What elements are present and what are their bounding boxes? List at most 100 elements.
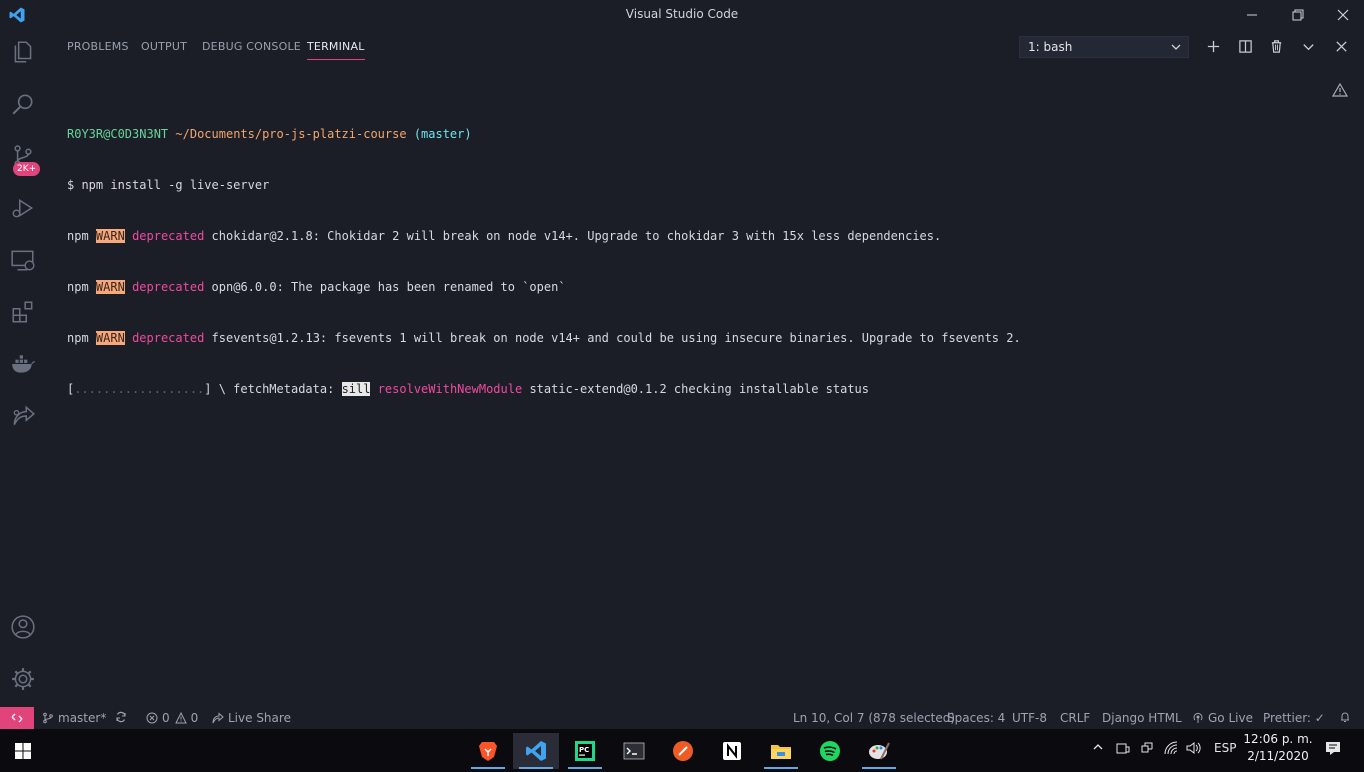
notifications-button[interactable] <box>1339 711 1355 723</box>
command-line: $ npm install -g live-server <box>67 178 270 192</box>
run-debug-button[interactable] <box>0 188 46 228</box>
chevron-up-icon <box>1093 744 1103 750</box>
clock-time: 12:06 p. m. <box>1243 732 1313 746</box>
taskbar-vscode[interactable] <box>513 733 559 769</box>
explorer-icon <box>14 41 32 63</box>
encoding[interactable]: UTF-8 <box>1012 711 1047 725</box>
input-language[interactable]: ESP <box>1214 741 1236 755</box>
module-label: resolveWithNewModule <box>377 382 523 396</box>
panel-tab-bar: PROBLEMS OUTPUT DEBUG CONSOLE TERMINAL <box>46 29 1006 65</box>
device-icon <box>1116 743 1130 754</box>
activity-bar: 2K+ <box>0 29 46 707</box>
terminal-output[interactable]: R0Y3R@C0D3N3NT ~/Documents/pro-js-platzi… <box>67 92 1327 692</box>
warning-icon <box>1332 82 1348 97</box>
running-indicator <box>471 767 505 769</box>
kill-terminal-button[interactable] <box>1267 37 1285 55</box>
restore-button[interactable] <box>1275 0 1321 29</box>
settings-gear-icon <box>12 668 34 690</box>
close-icon <box>1337 9 1349 20</box>
taskbar-postman[interactable] <box>660 733 706 769</box>
warn-label: WARN <box>95 331 125 345</box>
prompt-branch: (master) <box>413 127 472 141</box>
split-terminal-button[interactable] <box>1236 37 1254 55</box>
progress-bar: .................. <box>74 382 205 396</box>
accounts-button[interactable] <box>0 607 46 647</box>
wifi-icon <box>1164 741 1178 755</box>
end-of-line[interactable]: CRLF <box>1060 711 1090 725</box>
tab-terminal[interactable]: TERMINAL <box>307 40 365 60</box>
prettier-status[interactable]: Prettier: ✓ <box>1263 711 1325 725</box>
brave-icon <box>479 742 497 761</box>
clock[interactable]: 12:06 p. m. 2/11/2020 <box>1240 731 1316 765</box>
live-share-icon <box>13 405 35 426</box>
explorer-button[interactable] <box>0 32 46 72</box>
warn-label: WARN <box>95 229 125 243</box>
sync-button[interactable] <box>115 711 131 723</box>
trash-icon <box>1271 39 1281 53</box>
tab-output[interactable]: OUTPUT <box>141 40 187 53</box>
go-live-button[interactable]: Go Live <box>1192 711 1253 725</box>
taskbar-notion[interactable] <box>709 733 755 769</box>
status-bar: master* 0 0 Live Share Ln 10, Col 7 (878… <box>0 707 1364 729</box>
language-mode[interactable]: Django HTML <box>1102 711 1182 725</box>
problems-indicator[interactable]: 0 0 <box>146 711 198 725</box>
svg-text:PC: PC <box>579 746 589 754</box>
tab-problems[interactable]: PROBLEMS <box>67 40 129 53</box>
live-share-status[interactable]: Live Share <box>212 711 291 725</box>
maximize-panel-button[interactable] <box>1299 37 1317 55</box>
tray-wifi[interactable] <box>1164 741 1178 758</box>
taskbar-file-explorer[interactable] <box>758 733 804 769</box>
remote-indicator[interactable] <box>0 707 34 729</box>
bell-icon <box>1341 712 1349 722</box>
remote-icon <box>11 713 23 723</box>
minimize-button[interactable] <box>1229 0 1275 29</box>
taskbar-brave[interactable] <box>465 733 511 769</box>
windows-logo-icon <box>15 743 31 759</box>
docker-button[interactable] <box>0 344 46 384</box>
close-panel-button[interactable] <box>1332 37 1350 55</box>
remote-explorer-button[interactable] <box>0 240 46 280</box>
new-terminal-button[interactable] <box>1204 37 1222 55</box>
taskbar-terminal[interactable] <box>611 733 657 769</box>
restore-icon <box>1292 9 1304 20</box>
close-window-button[interactable] <box>1320 0 1364 29</box>
docker-icon <box>12 355 35 373</box>
vscode-icon <box>526 741 546 761</box>
taskbar-spotify[interactable] <box>807 733 853 769</box>
warn-line: npm WARN deprecated opn@6.0.0: The packa… <box>67 280 566 294</box>
prompt-line: R0Y3R@C0D3N3NT ~/Documents/pro-js-platzi… <box>67 126 1327 143</box>
split-icon <box>1238 39 1252 53</box>
tray-volume[interactable] <box>1186 741 1202 758</box>
action-center-button[interactable] <box>1325 740 1341 759</box>
running-indicator <box>519 767 553 769</box>
start-button[interactable] <box>0 733 46 769</box>
terminal-selector-value: 1: bash <box>1028 40 1073 54</box>
taskbar-paint[interactable] <box>856 733 902 769</box>
warn-line: npm WARN deprecated fsevents@1.2.13: fse… <box>67 331 1021 345</box>
cursor-position[interactable]: Ln 10, Col 7 (878 selected) <box>793 711 955 725</box>
sill-label: sill <box>341 382 371 396</box>
tray-overflow-button[interactable] <box>1092 741 1104 756</box>
taskbar-pycharm[interactable]: PC <box>562 733 608 769</box>
live-share-button[interactable] <box>0 396 46 436</box>
source-control-badge: 2K+ <box>13 162 41 176</box>
tab-debug-console[interactable]: DEBUG CONSOLE <box>202 40 301 53</box>
spotify-icon <box>820 741 840 761</box>
window-title: Visual Studio Code <box>625 7 739 21</box>
tray-icon-2[interactable] <box>1140 741 1154 758</box>
settings-button[interactable] <box>0 659 46 699</box>
tray-icon-1[interactable] <box>1116 741 1130 758</box>
search-button[interactable] <box>0 84 46 124</box>
running-indicator <box>568 767 602 769</box>
minimize-icon <box>1247 14 1257 15</box>
extensions-button[interactable] <box>0 292 46 332</box>
branch-indicator[interactable]: master* <box>42 711 106 725</box>
terminal-selector[interactable]: 1: bash <box>1019 36 1189 58</box>
windows-taskbar: PC ESP 12:06 p. m. 2/11/2020 <box>0 729 1364 772</box>
indentation[interactable]: Spaces: 4 <box>947 711 1005 725</box>
warn-label: WARN <box>95 280 125 294</box>
error-count: 0 <box>162 711 170 725</box>
source-control-button[interactable]: 2K+ <box>0 136 46 176</box>
file-explorer-icon <box>771 745 791 759</box>
warn-line: npm WARN deprecated chokidar@2.1.8: Chok… <box>67 229 942 243</box>
